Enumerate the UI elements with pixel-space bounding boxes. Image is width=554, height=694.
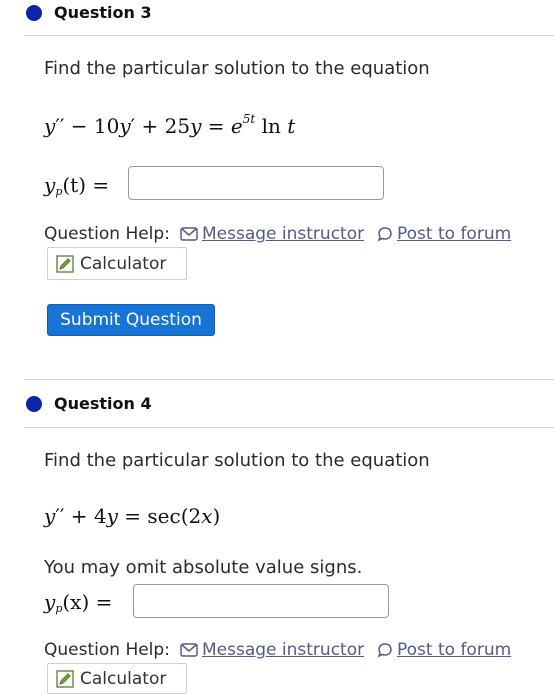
question-3-prompt: Find the particular solution to the equa… [44,58,430,79]
question-4-prompt: Find the particular solution to the equa… [44,450,430,471]
question-4-help-label: Question Help: [44,640,170,660]
question-3-equation: y′′ − 10y′ + 25y = e5t ln t [44,112,296,138]
submit-question-button[interactable]: Submit Question [47,304,215,336]
question-4-post-to-forum-link[interactable]: Post to forum [377,640,511,660]
question-3-title: Question 3 [54,3,152,22]
question-3-answer-label: yp(t) = [44,173,110,198]
question-3-bottom-divider [24,379,554,380]
question-4-status-dot [26,396,42,412]
question-3-status-dot [26,5,42,21]
pencil-icon [56,669,74,688]
question-3-message-instructor-link[interactable]: Message instructor [180,224,364,244]
envelope-icon [180,227,198,241]
post-to-forum-label: Post to forum [397,640,512,660]
speech-bubble-icon [377,226,393,242]
question-4-note: You may omit absolute value signs. [44,557,363,578]
calculator-label: Calculator [80,253,167,274]
message-instructor-label: Message instructor [202,224,365,244]
speech-bubble-icon [377,642,393,658]
question-4-message-instructor-link[interactable]: Message instructor [180,640,364,660]
question-4-equation: y′′ + 4y = sec(2x) [44,504,221,528]
question-4-answer-label: yp(x) = [44,590,113,615]
calculator-label: Calculator [80,668,167,689]
pencil-icon [56,254,74,273]
question-3-calculator-button[interactable]: Calculator [47,247,187,280]
question-3-divider [24,35,554,36]
envelope-icon [180,643,198,657]
question-3-help-label: Question Help: [44,224,170,244]
question-3-answer-input[interactable] [128,166,384,200]
question-3-post-to-forum-link[interactable]: Post to forum [377,224,511,244]
question-4-answer-input[interactable] [133,584,389,618]
question-4-divider [24,427,554,428]
question-4-title: Question 4 [54,394,152,413]
message-instructor-label: Message instructor [202,640,365,660]
post-to-forum-label: Post to forum [397,224,512,244]
question-4-calculator-button[interactable]: Calculator [47,663,187,694]
